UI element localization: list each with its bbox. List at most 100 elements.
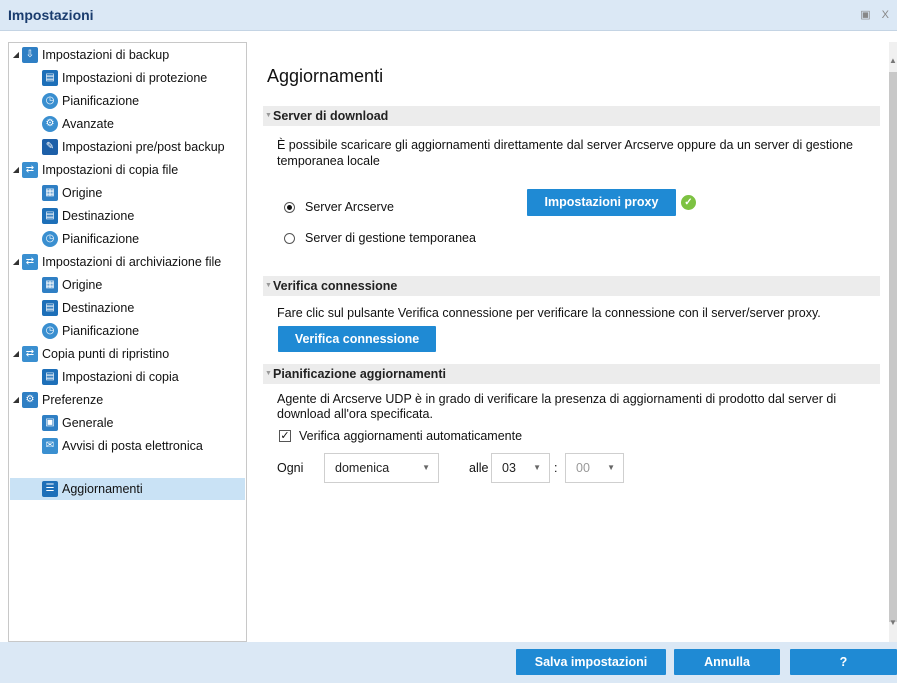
settings-content: Aggiornamenti ▼ Server di download È pos…	[247, 42, 889, 642]
verify-connection-description: Fare clic sul pulsante Verifica connessi…	[277, 306, 821, 320]
general-icon: ▣	[42, 415, 58, 431]
cancel-button[interactable]: Annulla	[674, 649, 780, 675]
expand-triangle-icon[interactable]: ◢	[11, 251, 21, 273]
expand-triangle-icon[interactable]: ◢	[11, 44, 21, 66]
schedule-icon: ◷	[42, 231, 58, 247]
tree-item-file-copy-settings[interactable]: ◢ ⇄ Impostazioni di copia file	[11, 159, 178, 181]
settings-tree: ◢ ⇩ Impostazioni di backup ▤ Impostazion…	[8, 42, 247, 642]
tree-item-file-copy-source[interactable]: ▦ Origine	[42, 182, 102, 204]
tree-item-label: Origine	[62, 186, 103, 200]
help-button[interactable]: ?	[790, 649, 897, 675]
schedule-icon: ◷	[42, 323, 58, 339]
check-ok-icon: ✓	[681, 195, 696, 210]
tree-item-label: Impostazioni di protezione	[62, 71, 208, 85]
schedule-icon: ◷	[42, 93, 58, 109]
content-scrollbar[interactable]: ▲ ▼	[889, 42, 897, 642]
time-separator: :	[554, 461, 558, 475]
tree-item-label: Pianificazione	[62, 94, 140, 108]
tree-item-copy-recovery-points[interactable]: ◢ ⇄ Copia punti di ripristino	[11, 343, 169, 365]
tree-item-updates[interactable]: ☰ Aggiornamenti	[10, 478, 245, 500]
tree-item-archive-source[interactable]: ▦ Origine	[42, 274, 102, 296]
radio-staging-server[interactable]	[284, 233, 295, 244]
protection-icon: ▤	[42, 70, 58, 86]
tree-item-label: Preferenze	[42, 393, 104, 407]
tree-item-label: Pianificazione	[62, 324, 140, 338]
wrench-icon: ✎	[42, 139, 58, 155]
every-label: Ogni	[277, 461, 304, 475]
day-select-value: domenica	[335, 461, 390, 475]
tree-item-label: Impostazioni di archiviazione file	[42, 255, 222, 269]
source-icon: ▦	[42, 185, 58, 201]
source-icon: ▦	[42, 277, 58, 293]
verify-connection-button[interactable]: Verifica connessione	[278, 326, 436, 352]
collapse-caret-icon: ▼	[265, 282, 272, 289]
backup-icon: ⇩	[22, 47, 38, 63]
radio-arcserve-server[interactable]	[284, 202, 295, 213]
radio-staging-server-label[interactable]: Server di gestione temporanea	[305, 231, 476, 245]
scroll-down-icon[interactable]: ▼	[889, 618, 897, 627]
tree-item-archive-destination[interactable]: ▤ Destinazione	[42, 297, 134, 319]
tree-item-label: Impostazioni di copia file	[42, 163, 179, 177]
copy-settings-icon: ▤	[42, 369, 58, 385]
chevron-down-icon: ▼	[607, 463, 615, 472]
download-server-description: È possibile scaricare gli aggiornamenti …	[277, 138, 853, 168]
tree-item-backup-schedule[interactable]: ◷ Pianificazione	[42, 90, 139, 112]
update-schedule-description: Agente di Arcserve UDP è in grado di ver…	[277, 392, 837, 421]
section-title: Verifica connessione	[273, 279, 398, 293]
tree-item-label: Destinazione	[62, 209, 135, 223]
section-title: Pianificazione aggiornamenti	[273, 367, 446, 381]
tree-item-pre-post-backup[interactable]: ✎ Impostazioni pre/post backup	[42, 136, 225, 158]
file-copy-icon: ⇄	[22, 162, 38, 178]
section-header-update-schedule[interactable]: ▼ Pianificazione aggiornamenti	[263, 364, 880, 384]
tree-item-label: Copia punti di ripristino	[42, 347, 170, 361]
section-header-download-server[interactable]: ▼ Server di download	[263, 106, 880, 126]
file-archive-icon: ⇄	[22, 254, 38, 270]
proxy-settings-button[interactable]: Impostazioni proxy	[527, 189, 676, 216]
window-controls[interactable]: ▣ X	[860, 8, 893, 21]
email-icon: ✉	[42, 438, 58, 454]
tree-item-label: Origine	[62, 278, 103, 292]
tree-item-protection-settings[interactable]: ▤ Impostazioni di protezione	[42, 67, 207, 89]
collapse-caret-icon: ▼	[265, 370, 272, 377]
recovery-point-copy-icon: ⇄	[22, 346, 38, 362]
auto-check-label[interactable]: Verifica aggiornamenti automaticamente	[299, 429, 522, 443]
tree-item-label: Destinazione	[62, 301, 135, 315]
destination-icon: ▤	[42, 208, 58, 224]
tree-item-general[interactable]: ▣ Generale	[42, 412, 113, 434]
preferences-icon: ⚙	[22, 392, 38, 408]
section-header-verify-connection[interactable]: ▼ Verifica connessione	[263, 276, 880, 296]
tree-item-backup-settings[interactable]: ◢ ⇩ Impostazioni di backup	[11, 44, 169, 66]
tree-item-label: Aggiornamenti	[62, 482, 143, 496]
advanced-icon: ⚙	[42, 116, 58, 132]
day-select[interactable]: domenica ▼	[324, 453, 439, 483]
chevron-down-icon: ▼	[533, 463, 541, 472]
expand-triangle-icon[interactable]: ◢	[11, 389, 21, 411]
radio-arcserve-server-label[interactable]: Server Arcserve	[305, 200, 394, 214]
tree-item-file-copy-destination[interactable]: ▤ Destinazione	[42, 205, 134, 227]
tree-item-email-alerts[interactable]: ✉ Avvisi di posta elettronica	[42, 435, 203, 457]
auto-check-checkbox[interactable]: ✓	[279, 430, 291, 442]
tree-item-label: Avvisi di posta elettronica	[62, 439, 203, 453]
tree-item-preferences[interactable]: ◢ ⚙ Preferenze	[11, 389, 103, 411]
save-settings-button[interactable]: Salva impostazioni	[516, 649, 666, 675]
tree-item-file-archive-settings[interactable]: ◢ ⇄ Impostazioni di archiviazione file	[11, 251, 221, 273]
scroll-up-icon[interactable]: ▲	[889, 56, 897, 65]
tree-item-label: Impostazioni di backup	[42, 48, 170, 62]
collapse-caret-icon: ▼	[265, 112, 272, 119]
expand-triangle-icon[interactable]: ◢	[11, 159, 21, 181]
expand-triangle-icon[interactable]: ◢	[11, 343, 21, 365]
hour-select[interactable]: 03 ▼	[491, 453, 550, 483]
tree-item-advanced[interactable]: ⚙ Avanzate	[42, 113, 114, 135]
page-title: Aggiornamenti	[267, 66, 384, 86]
minute-select-value: 00	[576, 461, 590, 475]
tree-item-label: Pianificazione	[62, 232, 140, 246]
tree-item-copy-settings[interactable]: ▤ Impostazioni di copia	[42, 366, 179, 388]
window-title: Impostazioni	[8, 7, 94, 23]
minute-select[interactable]: 00 ▼	[565, 453, 624, 483]
scrollbar-thumb[interactable]	[889, 72, 897, 622]
updates-icon: ☰	[42, 481, 58, 497]
tree-item-file-copy-schedule[interactable]: ◷ Pianificazione	[42, 228, 139, 250]
title-bar: Impostazioni ▣ X	[0, 0, 897, 31]
tree-item-archive-schedule[interactable]: ◷ Pianificazione	[42, 320, 139, 342]
destination-icon: ▤	[42, 300, 58, 316]
